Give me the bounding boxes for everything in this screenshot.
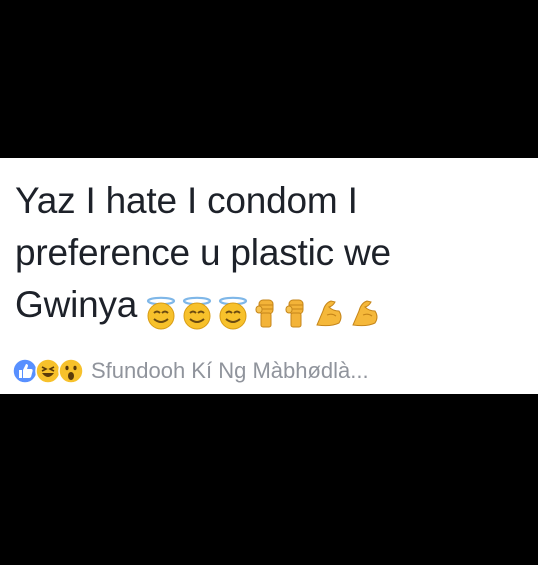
smiling-face-with-halo-icon	[183, 296, 212, 330]
emoji-row	[145, 285, 385, 337]
raised-fist-icon	[255, 299, 274, 328]
smiling-face-with-halo-icon	[147, 296, 176, 330]
reactions-bar[interactable]: Sfundooh Kí Ng Màbhødlà...	[12, 357, 369, 385]
raised-fist-icon	[285, 299, 304, 328]
reactor-names-link[interactable]: Sfundooh Kí Ng Màbhødlà...	[91, 358, 369, 384]
flexed-biceps-icon	[316, 300, 342, 327]
post-text-line: preference u plastic we	[15, 232, 391, 273]
post-text-line-with-emojis: Gwinya	[15, 279, 525, 337]
reaction-icons[interactable]	[12, 358, 84, 384]
flexed-biceps-icon	[352, 300, 378, 327]
wow-reaction-icon[interactable]	[58, 358, 84, 384]
post-text: Yaz I hate I condom I preference u plast…	[15, 175, 525, 337]
post-card: Yaz I hate I condom I preference u plast…	[0, 158, 538, 394]
smiling-face-with-halo-icon	[219, 296, 248, 330]
post-text-line: Yaz I hate I condom I	[15, 180, 358, 221]
post-text-line: Gwinya	[15, 284, 138, 325]
